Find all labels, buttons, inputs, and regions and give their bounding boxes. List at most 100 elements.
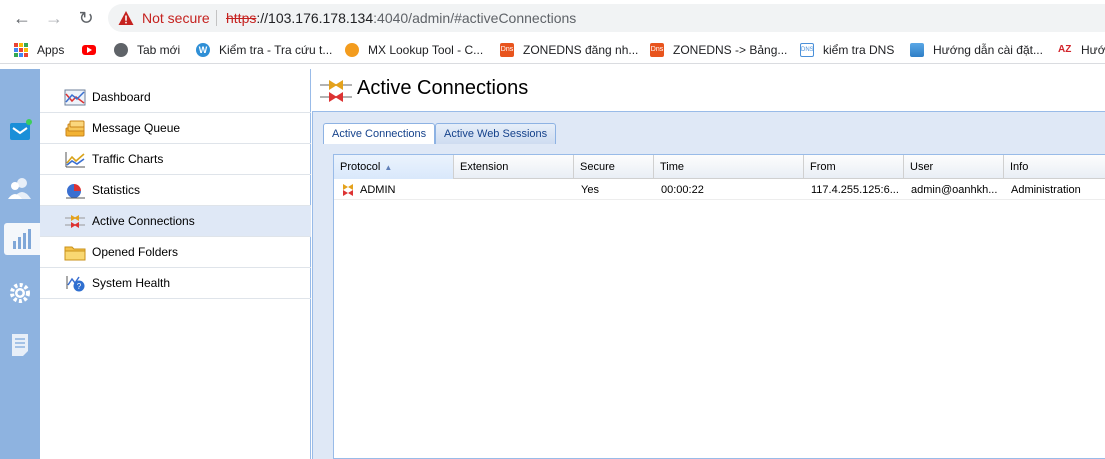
bookmark-kiem-tra[interactable]: W Kiểm tra - Tra cứu t... (196, 41, 332, 59)
settings-section-button[interactable] (4, 277, 36, 309)
bookmark-label: Kiểm tra - Tra cứu t... (219, 43, 333, 57)
folder-icon (64, 246, 86, 261)
column-header-extension[interactable]: Extension (454, 155, 574, 179)
tab-active-connections[interactable]: Active Connections (323, 123, 436, 146)
connections-icon (320, 80, 352, 102)
dns-icon: Dns (650, 43, 664, 57)
tab-active-web-sessions[interactable]: Active Web Sessions (435, 123, 557, 145)
statistics-icon (66, 184, 85, 199)
cell-time: 00:00:22 (661, 184, 704, 196)
traffic-chart-icon (65, 152, 85, 168)
bookmark-mx-lookup[interactable]: MX Lookup Tool - C... (345, 41, 483, 59)
section-iconbar (0, 69, 40, 459)
bookmark-az[interactable]: AZ Hướ (1058, 41, 1105, 59)
users-section-button[interactable] (4, 172, 36, 204)
column-label: Protocol (340, 161, 381, 173)
bookmark-label: ZONEDNS đăng nh... (523, 43, 639, 57)
menu-item-label: Opened Folders (92, 245, 179, 259)
menu-item-message-queue[interactable]: Message Queue (40, 113, 311, 144)
mail-section-button[interactable] (4, 115, 36, 147)
bookmark-label: ZONEDNS -> Bảng... (673, 43, 788, 57)
page-title: Active Connections (357, 77, 529, 99)
cell-protocol: ADMIN (334, 180, 454, 200)
bookmark-dns-check[interactable]: DNS kiểm tra DNS (800, 41, 894, 59)
stack-icon (910, 43, 924, 57)
bar-chart-icon (13, 229, 31, 249)
globe-icon (114, 43, 128, 57)
connections-grid: Protocol ▲ Extension Secure Time From Use… (333, 154, 1105, 459)
users-icon (8, 178, 31, 199)
az-icon: AZ (1058, 44, 1072, 55)
document-icon (12, 334, 28, 356)
column-header-time[interactable]: Time (654, 155, 804, 179)
column-header-from[interactable]: From (804, 155, 904, 179)
apps-grid-icon (14, 43, 28, 57)
back-button[interactable]: ← (12, 8, 32, 28)
cell-info: Administration (1011, 184, 1081, 196)
protocol-value: ADMIN (360, 184, 396, 196)
forward-button[interactable]: → (44, 8, 64, 28)
menu-item-statistics[interactable]: Statistics (40, 175, 311, 206)
address-bar[interactable]: Not secure https://103.176.178.134:4040/… (108, 4, 1105, 32)
bookmark-zonedns-login[interactable]: Dns ZONEDNS đăng nh... (500, 41, 638, 59)
column-header-secure[interactable]: Secure (574, 155, 654, 179)
menu-item-dashboard[interactable]: Dashboard (40, 82, 311, 113)
mxtoolbox-icon (345, 43, 359, 57)
reload-button[interactable]: ↻ (76, 8, 96, 28)
column-header-info[interactable]: Info (1004, 155, 1105, 179)
message-queue-icon (65, 120, 85, 137)
youtube-icon (82, 45, 96, 55)
menu-item-label: Traffic Charts (92, 152, 164, 166)
cell-extension (454, 180, 574, 200)
grid-header: Protocol ▲ Extension Secure Time From Use… (334, 155, 1105, 179)
menu-item-label: System Health (92, 276, 171, 290)
url-host: ://103.176.178.134 (256, 10, 374, 26)
menu-item-label: Message Queue (92, 121, 181, 135)
bookmark-apps[interactable]: Apps (14, 41, 64, 59)
url-text[interactable]: https://103.176.178.134:4040/admin/#acti… (226, 10, 576, 26)
dns-icon: Dns (500, 43, 514, 57)
bookmark-zonedns-panel[interactable]: Dns ZONEDNS -> Bảng... (650, 41, 787, 59)
bookmark-youtube[interactable] (82, 41, 105, 59)
bookmark-label: Apps (37, 43, 65, 57)
connections-icon (343, 184, 353, 197)
main-panel: Active Connections Active Connections Ac… (312, 69, 1105, 459)
logs-section-button[interactable] (4, 329, 36, 361)
table-row[interactable]: ADMIN Yes 00:00:22 117.4.255.125:6... ad… (334, 180, 1105, 200)
cell-user: admin@oanhkh... (911, 184, 998, 196)
tab-strip: Active Connections Active Web Sessions (312, 112, 1105, 146)
bookmarks-bar: Apps Tab mới W Kiểm tra - Tra cứu t... M… (0, 36, 1105, 64)
url-path: :4040/admin/#activeConnections (373, 10, 577, 26)
browser-toolbar: ← → ↻ Not secure https://103.176.178.134… (0, 0, 1105, 36)
bookmark-label: Hướng dẫn cài đặt... (933, 43, 1043, 57)
omnibox-divider (216, 10, 217, 26)
w-icon: W (196, 43, 210, 57)
menu-item-traffic-charts[interactable]: Traffic Charts (40, 144, 311, 175)
bookmark-install-guide[interactable]: Hướng dẫn cài đặt... (910, 41, 1043, 59)
bookmark-label: Hướ (1081, 43, 1105, 57)
bookmark-label: MX Lookup Tool - C... (368, 43, 484, 57)
column-header-user[interactable]: User (904, 155, 1004, 179)
system-health-icon: ? (66, 276, 85, 292)
status-menu: Dashboard Message Queue Traffic Charts S… (40, 69, 311, 459)
bookmark-label: kiểm tra DNS (823, 43, 895, 57)
tab-panel: Protocol ▲ Extension Secure Time From Use… (312, 144, 1105, 459)
dashboard-icon (64, 89, 86, 106)
not-secure-label[interactable]: Not secure (142, 10, 210, 26)
menu-item-active-connections[interactable]: Active Connections (40, 206, 311, 237)
column-header-protocol[interactable]: Protocol ▲ (334, 155, 454, 179)
sort-ascending-icon: ▲ (384, 163, 393, 172)
statistics-section-button[interactable] (4, 223, 40, 255)
connections-icon (65, 215, 85, 228)
bookmark-new-tab[interactable]: Tab mới (114, 41, 180, 59)
menu-item-system-health[interactable]: ? System Health (40, 268, 311, 299)
page-header: Active Connections (312, 69, 1105, 112)
gear-icon (10, 283, 30, 303)
bookmark-label: Tab mới (137, 43, 181, 57)
warning-icon[interactable] (118, 10, 134, 26)
url-scheme: https (226, 10, 257, 26)
menu-item-label: Active Connections (92, 214, 195, 228)
dns-check-icon: DNS (800, 43, 814, 57)
menu-item-opened-folders[interactable]: Opened Folders (40, 237, 311, 268)
menu-item-label: Statistics (92, 183, 141, 197)
